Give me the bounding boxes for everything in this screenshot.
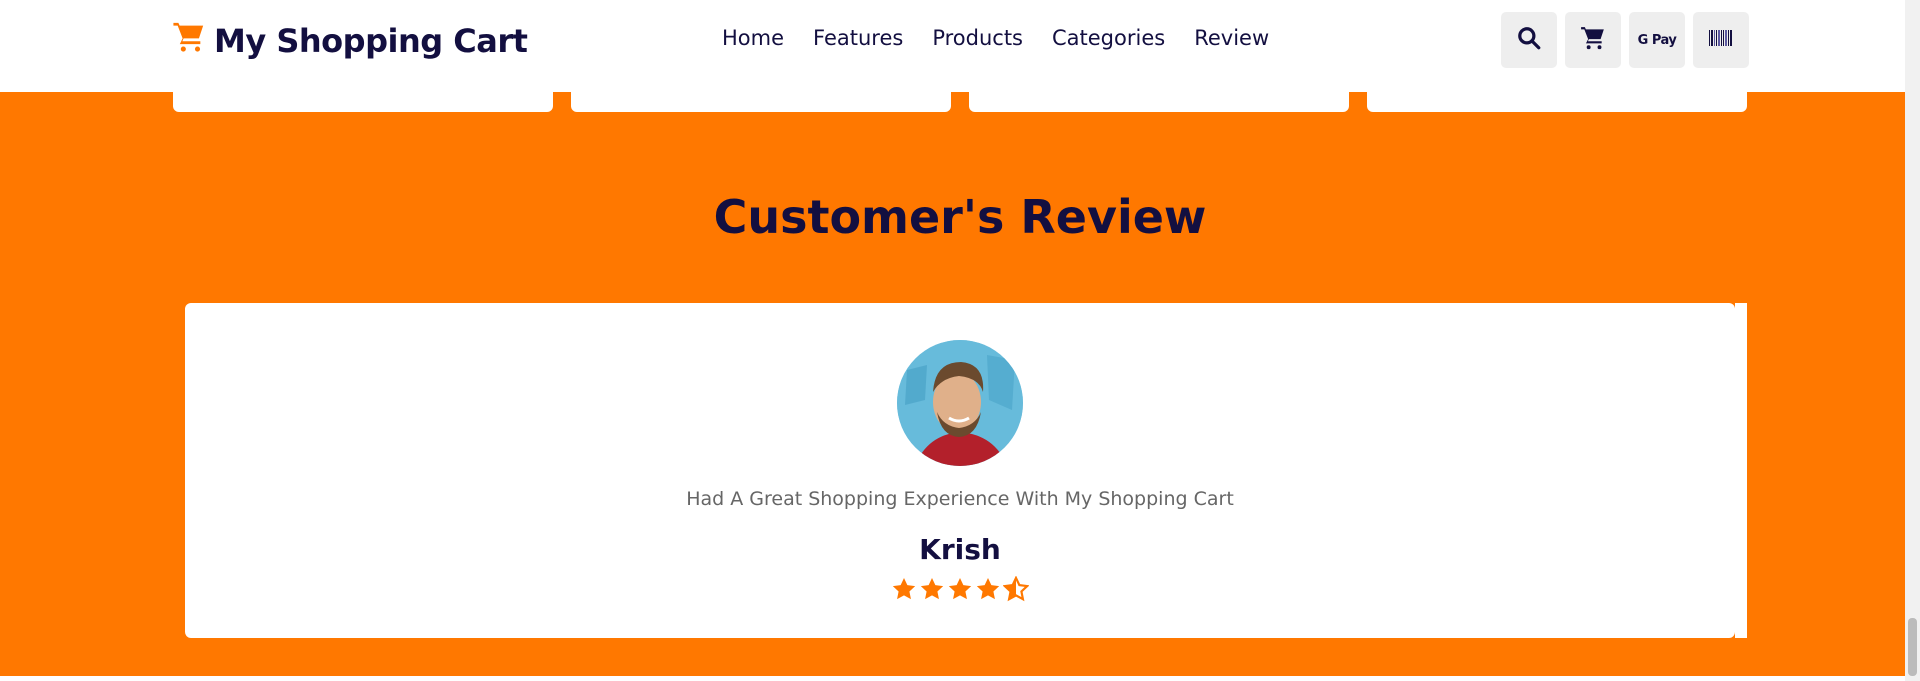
- search-button[interactable]: [1501, 12, 1557, 68]
- barcode-button[interactable]: [1693, 12, 1749, 68]
- logo-link[interactable]: My Shopping Cart: [172, 20, 528, 62]
- nav-products[interactable]: Products: [932, 26, 1023, 50]
- star-rating: [185, 575, 1735, 606]
- scroll-thumb[interactable]: [1908, 618, 1917, 676]
- nav-categories[interactable]: Categories: [1052, 26, 1165, 50]
- star-icon: [919, 576, 945, 606]
- review-text: Had A Great Shopping Experience With My …: [686, 488, 1234, 510]
- card-stub: [571, 92, 951, 112]
- nav-review[interactable]: Review: [1194, 26, 1269, 50]
- page-scrollbar[interactable]: [1905, 0, 1920, 681]
- logo-text: My Shopping Cart: [214, 22, 528, 60]
- card-stub: [969, 92, 1349, 112]
- star-half-icon: [1002, 575, 1030, 606]
- card-stub: [1367, 92, 1747, 112]
- cart-button[interactable]: [1565, 12, 1621, 68]
- avatar: [897, 340, 1023, 466]
- star-icon: [975, 576, 1001, 606]
- star-icon: [891, 576, 917, 606]
- barcode-icon: [1708, 25, 1734, 55]
- review-card: Had A Great Shopping Experience With My …: [185, 303, 1735, 638]
- section-title: Customer's Review: [713, 190, 1207, 244]
- star-icon: [947, 576, 973, 606]
- nav-home[interactable]: Home: [722, 26, 784, 50]
- search-icon: [1516, 25, 1542, 55]
- gpay-button[interactable]: G Pay: [1629, 12, 1685, 68]
- header-icons: G Pay: [1501, 12, 1757, 68]
- next-review-card-edge: [1735, 303, 1747, 638]
- site-header: My Shopping Cart Home Features Products …: [0, 0, 1905, 92]
- card-stub: [173, 92, 553, 112]
- cart-logo-icon: [172, 20, 214, 62]
- gpay-icon: G Pay: [1637, 32, 1677, 48]
- main-nav: Home Features Products Categories Review: [722, 26, 1298, 50]
- reviewer-name: Krish: [919, 533, 1001, 566]
- nav-features[interactable]: Features: [813, 26, 903, 50]
- cart-icon: [1580, 25, 1606, 55]
